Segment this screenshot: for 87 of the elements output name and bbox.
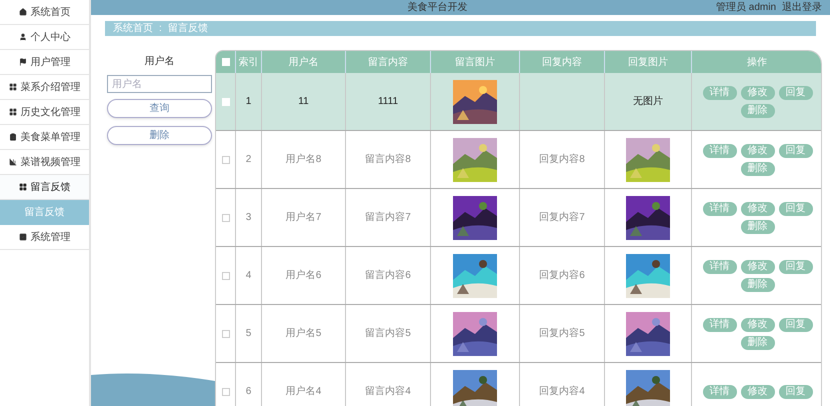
- index-cell-text: 1: [246, 95, 252, 109]
- app-title: 美食平台开发: [407, 0, 468, 15]
- home-icon: [18, 8, 26, 16]
- column-header: 操作: [747, 56, 767, 70]
- sidebar-item[interactable]: 留言反馈: [0, 175, 89, 200]
- action-button[interactable]: 详情: [702, 260, 736, 274]
- checkbox-icon: [18, 233, 26, 241]
- table-row[interactable]: 4 用户名6 留言内容6 回复内容6 详情 修改 回复 删除: [216, 247, 821, 305]
- message-cell-text: 留言内容7: [365, 210, 411, 225]
- index-cell-text: 5: [246, 327, 252, 341]
- action-button[interactable]: 删除: [740, 336, 774, 350]
- action-button[interactable]: 修改: [740, 260, 774, 274]
- action-button[interactable]: 回复: [778, 86, 812, 100]
- breadcrumb-item[interactable]: 系统首页: [113, 21, 153, 36]
- reply-cell-text: 回复内容6: [539, 268, 585, 283]
- message-cell-text: 留言内容6: [365, 268, 411, 283]
- index-cell-text: 6: [246, 385, 252, 399]
- clipboard-icon: [8, 133, 16, 141]
- user-icon: [18, 33, 26, 41]
- username-field[interactable]: 用户名: [107, 75, 212, 93]
- username-cell-text: 用户名8: [286, 152, 322, 167]
- table-row[interactable]: 1 11 1111 无图片 详情 修改 回复 删除: [216, 73, 821, 131]
- logout-link[interactable]: 退出登录: [782, 0, 822, 15]
- delete-button[interactable]: 删除: [107, 126, 212, 145]
- action-button[interactable]: 详情: [702, 384, 736, 398]
- row-checkbox[interactable]: [222, 156, 230, 164]
- message-cell-text: 1111: [378, 95, 398, 109]
- grid-icon: [18, 183, 26, 191]
- action-button[interactable]: 修改: [740, 144, 774, 158]
- action-button[interactable]: 删除: [740, 104, 774, 118]
- message-cell-text: 留言内容5: [365, 326, 411, 341]
- username-cell-text: 用户名7: [286, 210, 322, 225]
- index-cell-text: 4: [246, 269, 252, 283]
- action-button[interactable]: 回复: [778, 260, 812, 274]
- reply-cell-text: 回复内容7: [539, 210, 585, 225]
- field-label: 用户名: [144, 54, 176, 69]
- action-button[interactable]: 详情: [702, 318, 736, 332]
- column-header: 回复内容: [542, 56, 582, 70]
- reply-cell-text: 回复内容5: [539, 326, 585, 341]
- index-cell-text: 3: [246, 211, 252, 225]
- action-button[interactable]: 回复: [778, 144, 812, 158]
- no-image-text: 无图片: [633, 94, 663, 109]
- table-row[interactable]: 3 用户名7 留言内容7 回复内容7 详情 修改 回复 删除: [216, 189, 821, 247]
- action-button[interactable]: 删除: [740, 278, 774, 292]
- action-button[interactable]: 修改: [740, 86, 774, 100]
- grid-icon: [8, 108, 16, 116]
- reply-cell-text: 回复内容8: [539, 152, 585, 167]
- row-checkbox[interactable]: [222, 98, 230, 106]
- select-all-checkbox[interactable]: [222, 58, 230, 66]
- column-header: 留言内容: [368, 56, 408, 70]
- breadcrumb-item: 留言反馈: [168, 22, 208, 36]
- row-checkbox[interactable]: [222, 330, 230, 338]
- bar-chart-icon: [8, 158, 16, 166]
- action-button[interactable]: 回复: [778, 318, 812, 332]
- column-header: 用户名: [288, 56, 318, 70]
- row-checkbox[interactable]: [222, 272, 230, 280]
- username-cell-text: 11: [298, 95, 309, 109]
- breadcrumb-item: :: [159, 22, 162, 36]
- table-row[interactable]: 5 用户名5 留言内容5 回复内容5 详情 修改 回复 删除: [216, 305, 821, 363]
- sidebar-subitem[interactable]: 留言反馈: [0, 200, 89, 225]
- message-cell-text: 留言内容8: [365, 152, 411, 167]
- username-cell-text: 用户名6: [286, 268, 322, 283]
- search-button[interactable]: 查询: [107, 99, 212, 118]
- index-cell-text: 2: [246, 153, 252, 167]
- flag-icon: [18, 58, 26, 66]
- column-header: 回复图片: [628, 56, 668, 70]
- action-button[interactable]: 修改: [740, 202, 774, 216]
- table-row[interactable]: 2 用户名8 留言内容8 回复内容8 详情 修改 回复 删除: [216, 131, 821, 189]
- user-label: 管理员 admin: [716, 1, 776, 15]
- action-button[interactable]: 删除: [740, 162, 774, 176]
- action-button[interactable]: 详情: [702, 202, 736, 216]
- reply-cell-text: 回复内容4: [539, 384, 585, 399]
- action-button[interactable]: 修改: [740, 318, 774, 332]
- action-button[interactable]: 删除: [740, 220, 774, 234]
- row-checkbox[interactable]: [222, 388, 230, 396]
- grid-icon: [8, 83, 16, 91]
- message-cell-text: 留言内容4: [365, 384, 411, 399]
- action-button[interactable]: 详情: [702, 86, 736, 100]
- action-button[interactable]: 修改: [740, 384, 774, 398]
- username-cell-text: 用户名5: [286, 326, 322, 341]
- action-button[interactable]: 回复: [778, 384, 812, 398]
- username-cell-text: 用户名4: [286, 384, 322, 399]
- column-header: 索引: [238, 56, 258, 70]
- action-button[interactable]: 回复: [778, 202, 812, 216]
- action-button[interactable]: 详情: [702, 144, 736, 158]
- row-checkbox[interactable]: [222, 214, 230, 222]
- column-header: 留言图片: [455, 56, 495, 70]
